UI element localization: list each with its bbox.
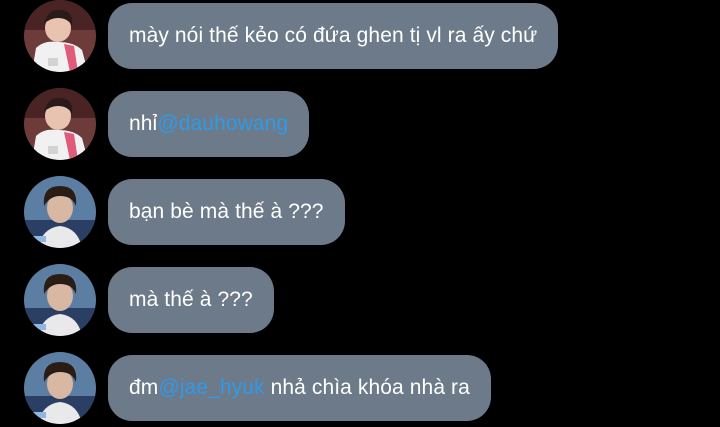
message-bubble[interactable]: mày nói thế kẻo có đứa ghen tị vl ra ấy … (108, 3, 559, 69)
message-bubble[interactable]: nhỉ @dauhowang (108, 91, 310, 157)
avatar[interactable] (24, 352, 96, 424)
mention-link[interactable]: @jae_hyuk (158, 376, 264, 400)
profile-photo-icon (24, 0, 96, 72)
mention-link[interactable]: @dauhowang (157, 112, 288, 136)
avatar[interactable] (24, 264, 96, 336)
avatar[interactable] (24, 88, 96, 160)
avatar[interactable] (24, 0, 96, 72)
profile-photo-icon (24, 264, 96, 336)
profile-photo-icon (24, 352, 96, 424)
profile-photo-icon (24, 88, 96, 160)
message-text: bạn bè mà thế à ??? (129, 200, 324, 223)
chat-thread: mày nói thế kẻo có đứa ghen tị vl ra ấy … (0, 0, 720, 427)
message-text: mày nói thế kẻo có đứa ghen tị vl ra ấy … (129, 24, 538, 47)
message-bubble[interactable]: mà thế à ??? (108, 267, 274, 333)
message-text: nhỉ (129, 112, 158, 135)
message-text: mà thế à ??? (129, 288, 253, 311)
avatar[interactable] (24, 176, 96, 248)
message-text: đm (129, 376, 159, 399)
message-bubble[interactable]: bạn bè mà thế à ??? (108, 179, 345, 245)
profile-photo-icon (24, 176, 96, 248)
message-bubble[interactable]: đm @jae_hyuk nhả chìa khóa nhà ra (108, 355, 491, 421)
message-text: nhả chìa khóa nhà ra (264, 376, 470, 399)
